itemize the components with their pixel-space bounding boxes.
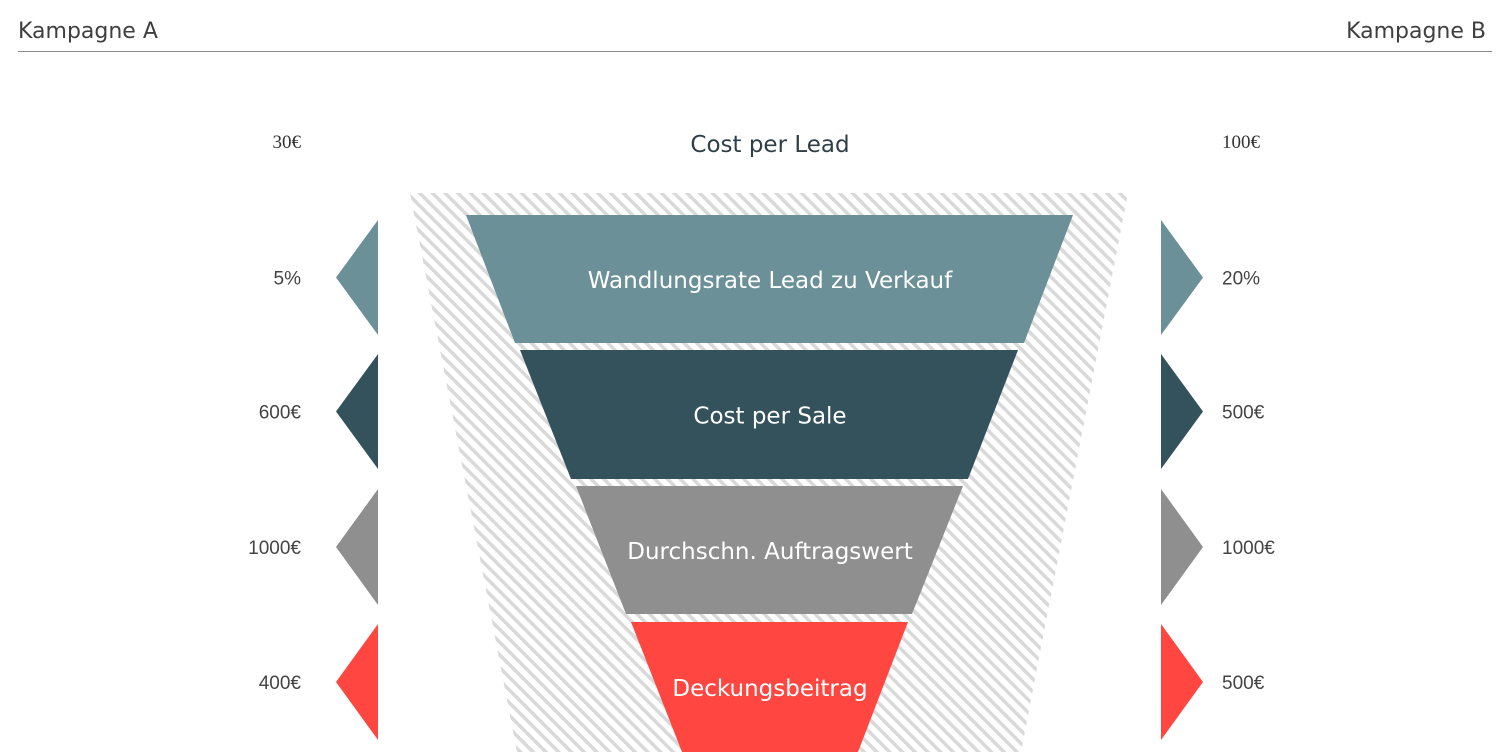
- campaign-b-value-avg-order-value: 1000€: [1222, 538, 1275, 559]
- campaign-a-value-contribution-margin: 400€: [259, 673, 302, 694]
- arrow-left-icon: [336, 354, 378, 469]
- funnel-label-avg-order-value: Durchschn. Auftragswert: [627, 539, 912, 565]
- arrow-right-icon: [1161, 624, 1203, 740]
- campaign-a-header: Kampagne A: [18, 19, 158, 44]
- arrow-right-icon: [1161, 489, 1203, 605]
- campaign-b-value-contribution-margin: 500€: [1222, 673, 1265, 694]
- campaign-a-value-avg-order-value: 1000€: [248, 538, 301, 559]
- cost-per-lead-b: 100€: [1222, 132, 1261, 153]
- arrow-left-icon: [336, 624, 378, 740]
- funnel-label-contribution-margin: Deckungsbeitrag: [672, 676, 867, 702]
- arrow-right-icon: [1161, 354, 1203, 469]
- cost-per-lead-a: 30€: [273, 132, 302, 153]
- arrow-left-icon: [336, 220, 378, 335]
- campaign-b-value-conversion-rate: 20%: [1222, 269, 1260, 290]
- cost-per-lead-title: Cost per Lead: [690, 132, 849, 158]
- funnel-label-conversion-rate: Wandlungsrate Lead zu Verkauf: [588, 268, 953, 294]
- campaign-b-value-cost-per-sale: 500€: [1222, 403, 1265, 424]
- funnel-diagram: Kampagne A Kampagne B 30€ Cost per Lead …: [18, 19, 1492, 752]
- arrow-right-icon: [1161, 220, 1203, 335]
- campaign-a-value-cost-per-sale: 600€: [259, 403, 302, 424]
- funnel-label-cost-per-sale: Cost per Sale: [693, 404, 846, 430]
- campaign-b-header: Kampagne B: [1346, 19, 1486, 44]
- arrow-left-icon: [336, 489, 378, 605]
- campaign-a-value-conversion-rate: 5%: [274, 269, 302, 290]
